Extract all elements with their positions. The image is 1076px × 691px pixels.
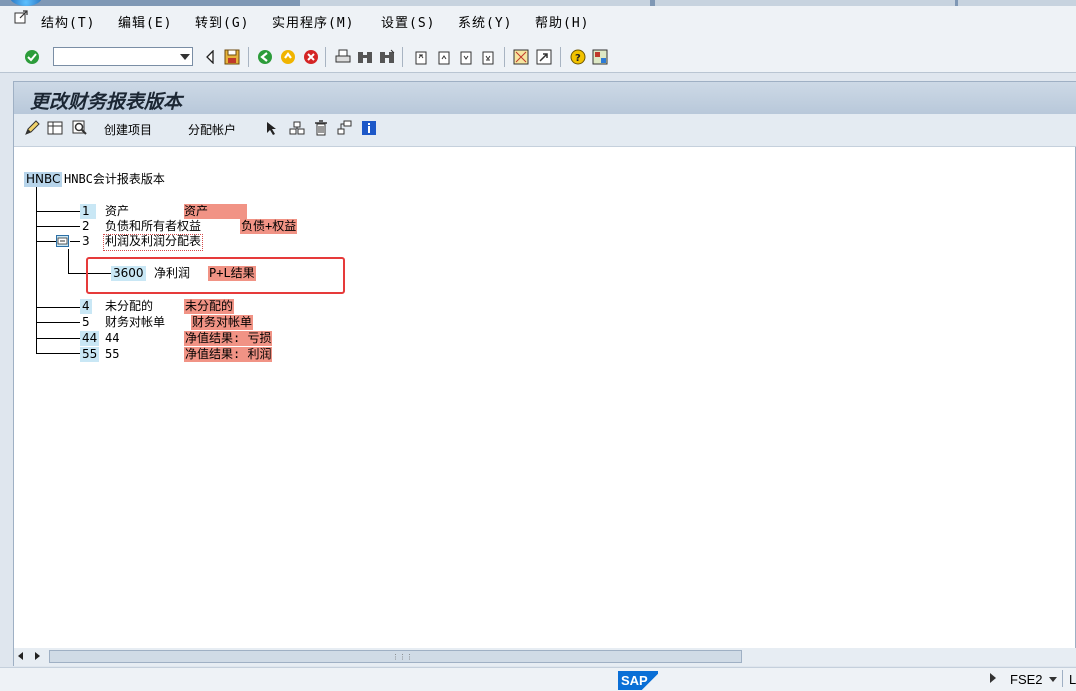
tree-node-id[interactable]: 5 — [80, 315, 92, 330]
tree-branch-line — [36, 226, 80, 227]
tree-branch-line — [70, 241, 80, 242]
tree-branch-line — [36, 211, 80, 212]
change-pencil-icon[interactable] — [23, 119, 41, 137]
cancel-icon[interactable] — [302, 48, 320, 66]
chevron-down-icon[interactable] — [1049, 677, 1057, 682]
tree-node-text[interactable]: 负债和所有者权益 — [105, 219, 201, 234]
toolbar-separator — [560, 47, 561, 67]
tree-node-text[interactable]: 财务对帐单 — [105, 315, 165, 330]
select-cursor-icon[interactable] — [263, 119, 281, 137]
toolbar-separator — [248, 47, 249, 67]
menu-window-icon[interactable] — [14, 10, 28, 24]
new-session-icon[interactable] — [512, 48, 530, 66]
next-page-icon[interactable] — [457, 48, 475, 66]
tree-subtrunk-line — [68, 249, 69, 274]
save-icon[interactable] — [223, 48, 241, 66]
chevron-down-icon[interactable] — [180, 54, 190, 60]
tree-node-id[interactable]: 4 — [80, 299, 92, 314]
tree-node-id[interactable]: 3 — [80, 234, 92, 249]
assign-accounts-button[interactable]: 分配帐户 — [188, 121, 236, 138]
collapse-folder-icon[interactable] — [56, 235, 69, 247]
toolbar-separator — [504, 47, 505, 67]
display-table-icon[interactable] — [46, 119, 64, 137]
command-field[interactable] — [53, 47, 193, 66]
tree-node-tag: 净值结果: 亏损 — [184, 331, 273, 346]
tree-node-text[interactable]: 55 — [105, 347, 119, 362]
grip-icon: ⋮⋮⋮ — [392, 653, 413, 661]
status-bar — [0, 667, 1076, 691]
exit-icon[interactable] — [279, 48, 297, 66]
tree-node-tag: 资产 — [184, 204, 247, 219]
menu-edit[interactable]: 编辑(E) — [118, 12, 172, 31]
tree-branch-line — [36, 338, 80, 339]
tree-node-text[interactable]: 未分配的 — [105, 299, 153, 314]
sap-logo: SAP — [618, 671, 658, 690]
tree-node-text-selected[interactable]: 利润及利润分配表 — [103, 234, 204, 251]
tree-node-tag: 负债+权益 — [240, 219, 298, 234]
menu-utilities[interactable]: 实用程序(M) — [272, 12, 354, 31]
tree-node-tag: 净值结果: 利润 — [184, 347, 273, 362]
tree-node-id[interactable]: 1 — [80, 204, 96, 219]
highlight-frame — [86, 257, 345, 294]
help-icon[interactable]: ? — [569, 48, 587, 66]
menu-settings[interactable]: 设置(S) — [381, 12, 435, 31]
back-arrow-icon[interactable] — [201, 48, 219, 66]
print-icon[interactable] — [334, 48, 352, 66]
tree-node-id[interactable]: 44 — [80, 331, 100, 346]
menu-help[interactable]: 帮助(H) — [535, 12, 589, 31]
hierarchy-icon[interactable] — [336, 119, 354, 137]
first-page-icon[interactable] — [412, 48, 430, 66]
enter-check-icon[interactable] — [23, 48, 41, 66]
tree-node-tag: 财务对帐单 — [191, 315, 254, 330]
scroll-right-icon[interactable] — [35, 652, 40, 660]
status-divider — [1062, 670, 1063, 687]
previous-page-icon[interactable] — [435, 48, 453, 66]
status-trailing-text: L — [1069, 672, 1076, 687]
tree-branch-line — [36, 241, 56, 242]
tree-node-id[interactable]: 55 — [80, 347, 100, 362]
layout-menu-icon[interactable] — [591, 48, 609, 66]
toolbar-separator — [325, 47, 326, 67]
svg-text:?: ? — [575, 53, 581, 64]
select-block-icon[interactable] — [288, 119, 306, 137]
info-icon[interactable] — [360, 119, 378, 137]
tree-node-text[interactable]: 资产 — [105, 204, 129, 219]
shortcut-icon[interactable] — [535, 48, 553, 66]
status-expand-icon[interactable] — [990, 673, 996, 683]
tree-root-id[interactable]: HNBC — [24, 172, 63, 187]
tree-node-id[interactable]: 2 — [80, 219, 92, 234]
find-icon[interactable] — [356, 48, 374, 66]
toolbar-separator — [402, 47, 403, 67]
delete-trash-icon[interactable] — [312, 119, 330, 137]
menu-system[interactable]: 系统(Y) — [458, 12, 512, 31]
back-green-icon[interactable] — [256, 48, 274, 66]
tree-node-text[interactable]: 44 — [105, 331, 119, 346]
page-title: 更改财务报表版本 — [30, 91, 183, 113]
menu-goto[interactable]: 转到(G) — [195, 12, 249, 31]
last-page-icon[interactable] — [479, 48, 497, 66]
tree-node-tag: 未分配的 — [184, 299, 235, 314]
tree-branch-line — [36, 322, 80, 323]
tree-root-text[interactable]: HNBC会计报表版本 — [64, 172, 165, 187]
scroll-left-icon[interactable] — [18, 652, 23, 660]
find-next-icon[interactable] — [378, 48, 396, 66]
main-panel — [13, 81, 1076, 666]
tree-branch-line — [36, 353, 80, 354]
tree-branch-line — [36, 307, 80, 308]
menu-structure[interactable]: 结构(T) — [41, 12, 95, 31]
application-toolbar — [14, 114, 1076, 147]
search-icon[interactable] — [71, 119, 89, 137]
create-item-button[interactable]: 创建项目 — [104, 121, 152, 138]
system-name: FSE2 — [1010, 672, 1043, 687]
